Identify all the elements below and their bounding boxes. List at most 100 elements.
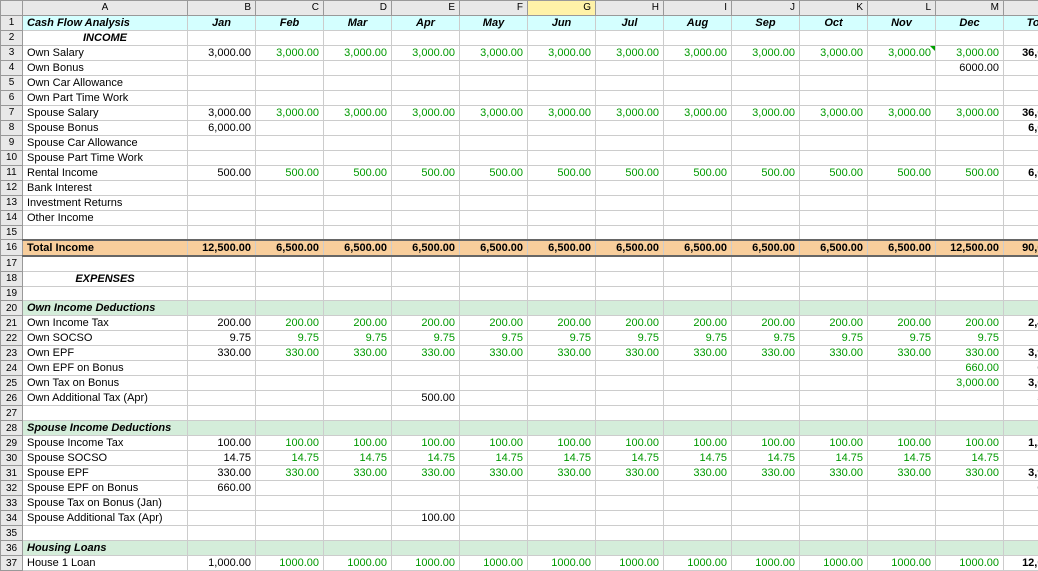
cell[interactable]: 3,000.00: [528, 45, 596, 60]
cell[interactable]: [664, 271, 732, 286]
cell[interactable]: [868, 225, 936, 240]
cell[interactable]: 3,000.00: [936, 45, 1004, 60]
cell[interactable]: [256, 511, 324, 526]
cell[interactable]: 3,000.00: [188, 105, 256, 120]
total-cell[interactable]: [1004, 421, 1038, 436]
col-header-K[interactable]: K: [800, 1, 868, 16]
row-header[interactable]: 29: [1, 436, 23, 451]
cell[interactable]: [596, 496, 664, 511]
cell[interactable]: 660.00: [936, 361, 1004, 376]
row-label[interactable]: Spouse EPF: [23, 466, 188, 481]
cell[interactable]: [256, 75, 324, 90]
row-header[interactable]: 36: [1, 541, 23, 556]
cell[interactable]: [868, 406, 936, 421]
cell[interactable]: [460, 526, 528, 541]
cell[interactable]: [460, 496, 528, 511]
cell[interactable]: [528, 120, 596, 135]
row-label[interactable]: Rental Income: [23, 165, 188, 180]
cell[interactable]: [800, 120, 868, 135]
cell[interactable]: [596, 90, 664, 105]
row-header[interactable]: 20: [1, 301, 23, 316]
cell[interactable]: [392, 150, 460, 165]
cell[interactable]: [800, 180, 868, 195]
cell[interactable]: 1000.00: [664, 556, 732, 571]
cell[interactable]: 3,000.00: [936, 376, 1004, 391]
cell[interactable]: 3,000.00: [732, 45, 800, 60]
cell[interactable]: [392, 30, 460, 45]
cell[interactable]: [800, 391, 868, 406]
row-label[interactable]: INCOME: [23, 30, 188, 45]
cell[interactable]: [868, 30, 936, 45]
total-cell[interactable]: 36,000.00: [1004, 45, 1038, 60]
cell[interactable]: [936, 406, 1004, 421]
cell[interactable]: [936, 90, 1004, 105]
cell[interactable]: [664, 376, 732, 391]
col-header-F[interactable]: F: [460, 1, 528, 16]
row-header[interactable]: 17: [1, 256, 23, 272]
cell[interactable]: [256, 120, 324, 135]
cell[interactable]: [188, 150, 256, 165]
cell[interactable]: [392, 195, 460, 210]
total-cell[interactable]: 660.00: [1004, 481, 1038, 496]
total-cell[interactable]: 1,200.00: [1004, 436, 1038, 451]
cell[interactable]: [800, 496, 868, 511]
cell[interactable]: [596, 286, 664, 301]
cell[interactable]: 500.00: [868, 165, 936, 180]
cell[interactable]: [392, 481, 460, 496]
cell[interactable]: [460, 511, 528, 526]
row-label[interactable]: Investment Returns: [23, 195, 188, 210]
month-header[interactable]: Jul: [596, 15, 664, 30]
cell[interactable]: [596, 541, 664, 556]
cell[interactable]: 6,500.00: [392, 240, 460, 256]
cell[interactable]: 500.00: [596, 165, 664, 180]
cell[interactable]: [188, 30, 256, 45]
cell[interactable]: [800, 60, 868, 75]
cell[interactable]: [528, 150, 596, 165]
row-header[interactable]: 18: [1, 271, 23, 286]
row-header[interactable]: 19: [1, 286, 23, 301]
row-label[interactable]: Spouse Income Deductions: [23, 421, 188, 436]
total-cell[interactable]: 6,000.00: [1004, 165, 1038, 180]
cell[interactable]: 500.00: [392, 165, 460, 180]
cell[interactable]: [460, 60, 528, 75]
col-header-G[interactable]: G: [528, 1, 596, 16]
cell[interactable]: [936, 286, 1004, 301]
row-header[interactable]: 8: [1, 120, 23, 135]
cell[interactable]: [596, 511, 664, 526]
cell[interactable]: [664, 391, 732, 406]
cell[interactable]: [188, 541, 256, 556]
cell[interactable]: [800, 361, 868, 376]
cell[interactable]: 330.00: [324, 466, 392, 481]
cell[interactable]: 200.00: [528, 316, 596, 331]
cell[interactable]: [868, 90, 936, 105]
cell[interactable]: 330.00: [936, 466, 1004, 481]
cell[interactable]: [392, 376, 460, 391]
cell[interactable]: 6,500.00: [460, 240, 528, 256]
cell[interactable]: 100.00: [800, 436, 868, 451]
cell[interactable]: [868, 256, 936, 272]
cell[interactable]: [596, 526, 664, 541]
cell[interactable]: [256, 481, 324, 496]
cell[interactable]: 1000.00: [800, 556, 868, 571]
cell[interactable]: 14.75: [664, 451, 732, 466]
cell[interactable]: [460, 541, 528, 556]
row-label[interactable]: Housing Loans: [23, 541, 188, 556]
cell[interactable]: 100.00: [664, 436, 732, 451]
cell[interactable]: 200.00: [256, 316, 324, 331]
row-label[interactable]: Own EPF on Bonus: [23, 361, 188, 376]
cell[interactable]: [392, 361, 460, 376]
cell[interactable]: [936, 75, 1004, 90]
cell[interactable]: [868, 541, 936, 556]
cell[interactable]: [664, 90, 732, 105]
cell[interactable]: [732, 376, 800, 391]
cell[interactable]: [596, 361, 664, 376]
cell[interactable]: [392, 210, 460, 225]
total-cell[interactable]: 2,400.00: [1004, 316, 1038, 331]
col-header-A[interactable]: A: [23, 1, 188, 16]
cell[interactable]: 3,000.00: [324, 105, 392, 120]
row-header[interactable]: 10: [1, 150, 23, 165]
cell[interactable]: [188, 511, 256, 526]
cell[interactable]: [188, 421, 256, 436]
cell[interactable]: [664, 195, 732, 210]
cell[interactable]: [664, 180, 732, 195]
